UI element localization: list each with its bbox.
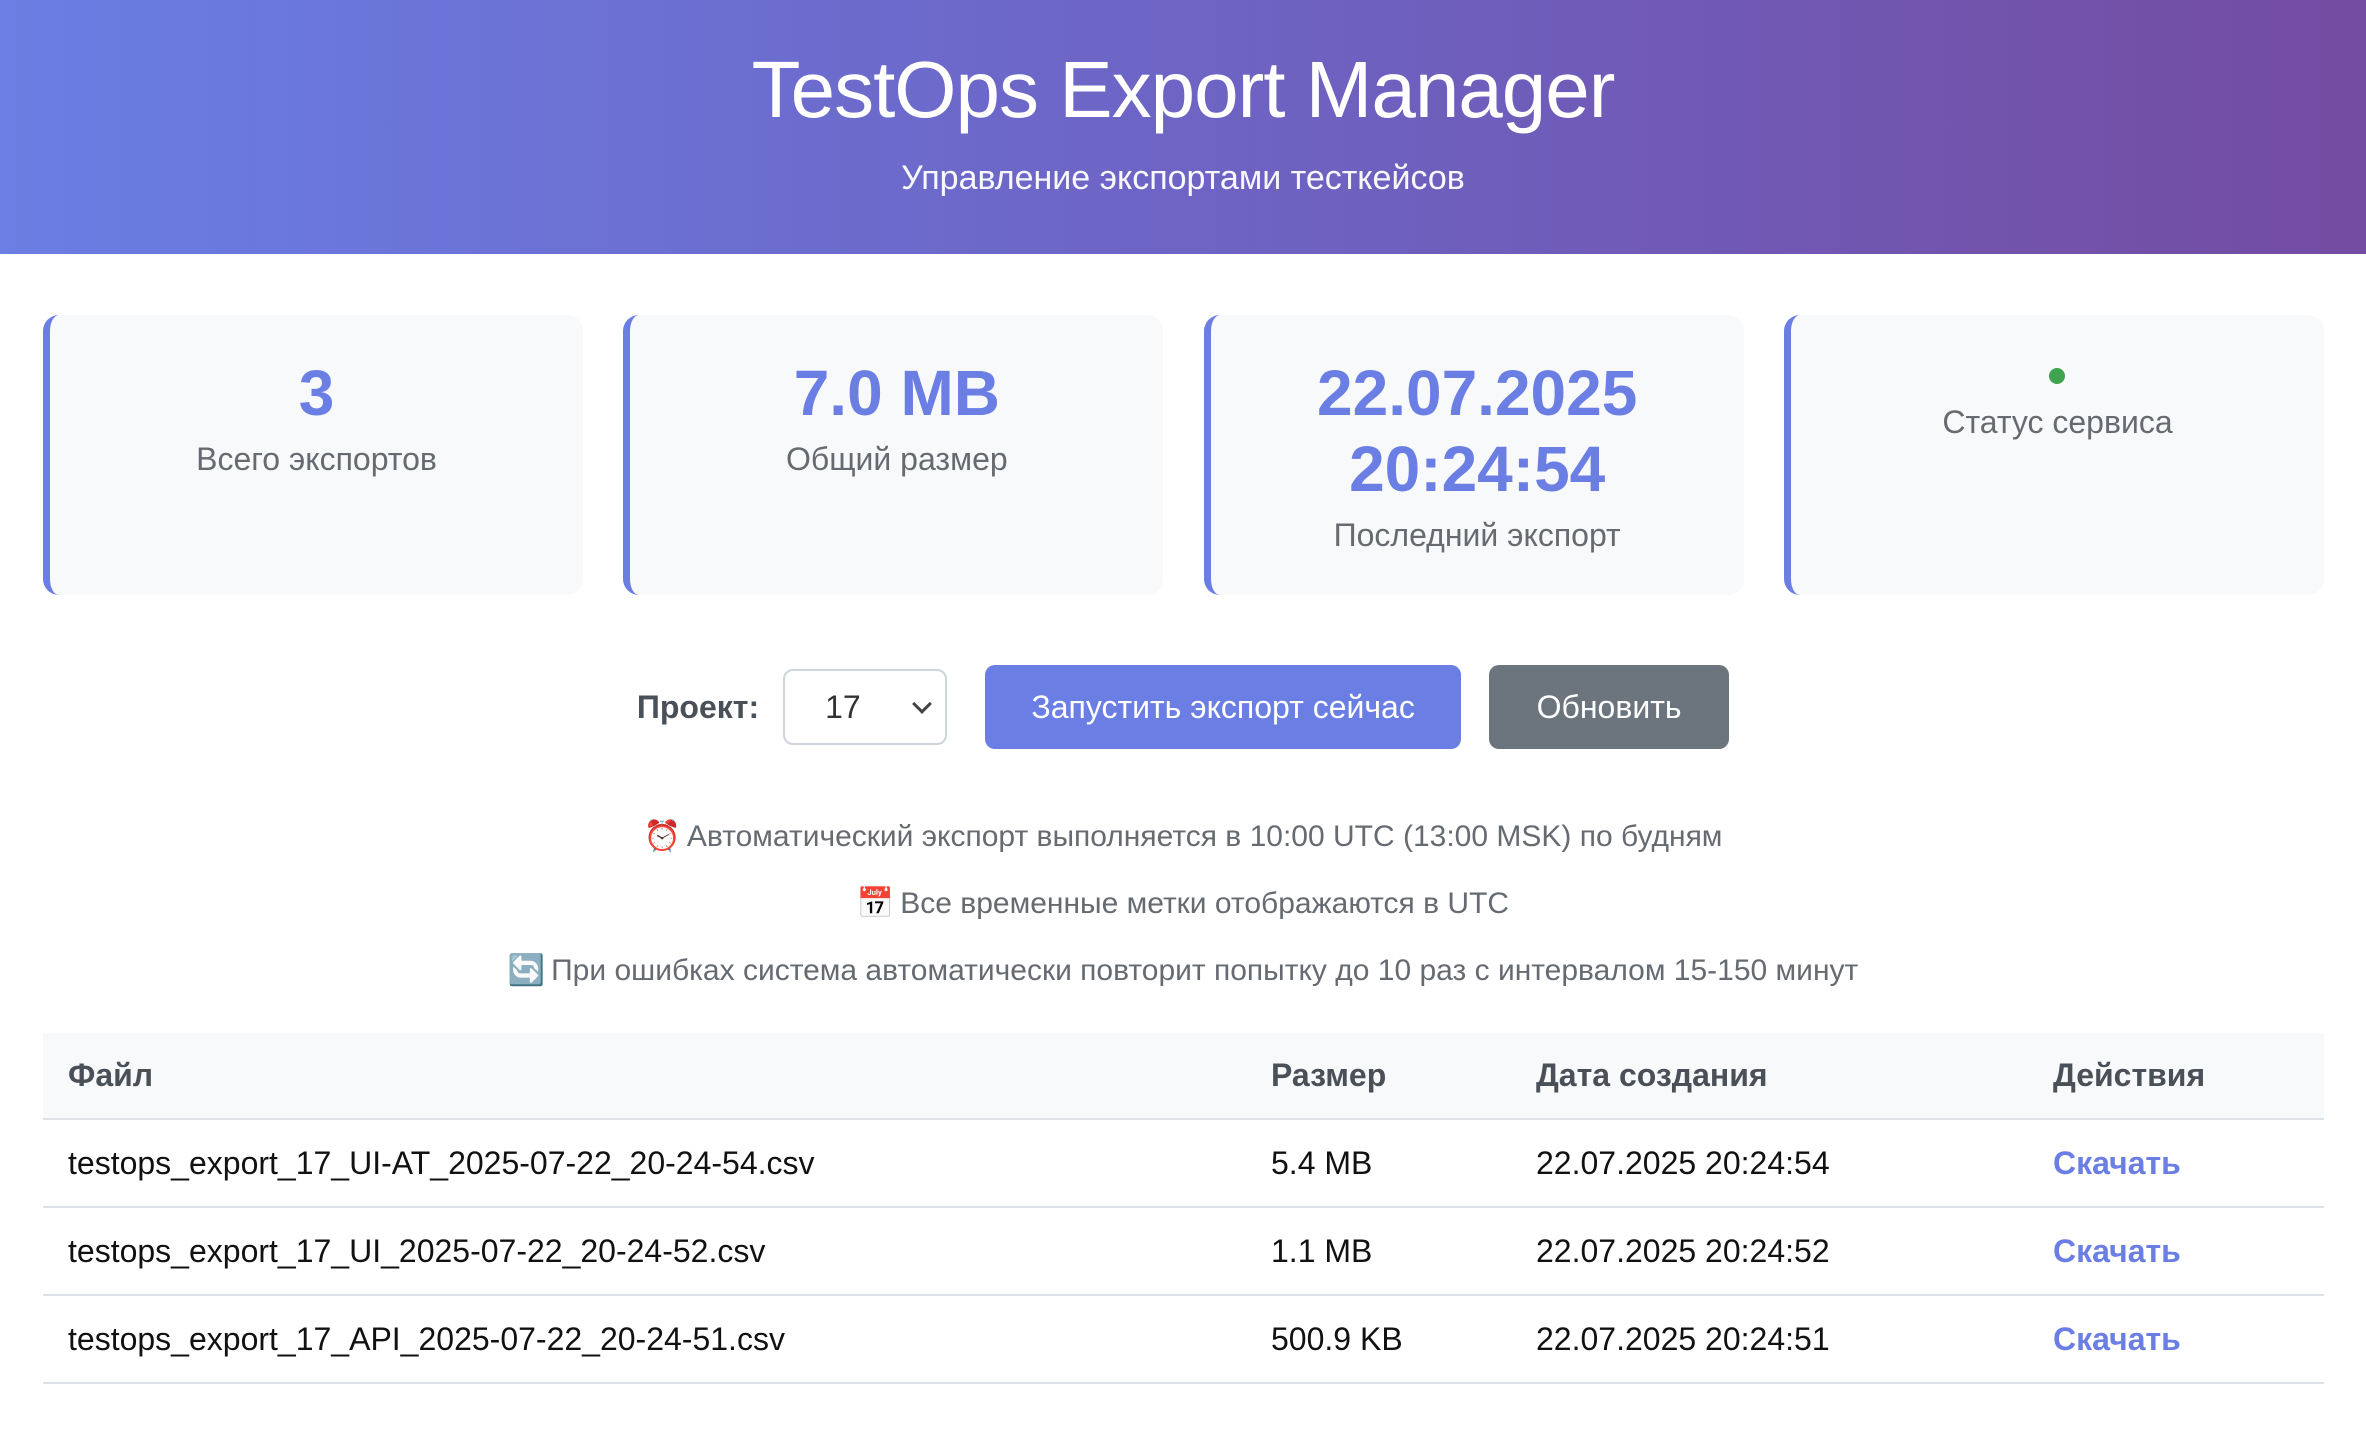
refresh-icon: 🔄 <box>507 954 546 987</box>
file-name-cell: testops_export_17_API_2025-07-22_20-24-5… <box>43 1295 1246 1384</box>
timezone-note-text: Все временные метки отображаются в UTC <box>900 887 1510 920</box>
table-row: testops_export_17_UI-AT_2025-07-22_20-24… <box>43 1119 2324 1208</box>
stat-card-service-status: Статус сервиса <box>1783 315 2324 595</box>
calendar-icon: 📅 <box>856 887 895 920</box>
service-status-label: Статус сервиса <box>1942 404 2173 440</box>
download-link[interactable]: Скачать <box>2053 1321 2181 1357</box>
column-header-actions: Действия <box>2028 1033 2324 1120</box>
stat-card-total-exports: 3 Всего экспортов <box>43 315 583 595</box>
total-exports-label: Всего экспортов <box>196 441 437 477</box>
download-link[interactable]: Скачать <box>2053 1233 2181 1269</box>
retry-note: 🔄 При ошибках система автоматически повто… <box>0 946 2366 1013</box>
status-indicator-icon <box>2049 368 2066 384</box>
total-size-label: Общий размер <box>785 441 1008 477</box>
column-header-file: Файл <box>43 1033 1246 1120</box>
last-export-date-value: 22.07.2025 <box>1317 357 1638 429</box>
exports-table: Файл Размер Дата создания Действия testo… <box>43 1033 2324 1384</box>
schedule-note: ⏰ Автоматический экспорт выполняется в 10… <box>0 812 2366 879</box>
column-header-size: Размер <box>1246 1033 1511 1120</box>
file-size-cell: 500.9 KB <box>1246 1295 1511 1384</box>
stat-card-total-size: 7.0 MB Общий размер <box>623 315 1164 595</box>
total-size-value: 7.0 MB <box>793 357 1000 429</box>
timezone-note: 📅 Все временные метки отображаются в UTC <box>0 879 2366 946</box>
created-date-cell: 22.07.2025 20:24:51 <box>1511 1295 2028 1384</box>
page-subtitle: Управление экспортами тесткейсов <box>901 159 1465 197</box>
info-notes: ⏰ Автоматический экспорт выполняется в 10… <box>0 812 2366 1013</box>
chevron-down-icon <box>912 694 933 714</box>
retry-note-text: При ошибках система автоматически повтор… <box>551 954 1859 987</box>
created-date-cell: 22.07.2025 20:24:52 <box>1511 1207 2028 1296</box>
stats-panel: 3 Всего экспортов 7.0 MB Общий размер 22… <box>43 315 2324 595</box>
schedule-note-text: Автоматический экспорт выполняется в 10:… <box>686 820 1723 853</box>
stat-card-last-export: 22.07.2025 20:24:54 Последний экспорт <box>1203 315 1744 595</box>
file-name-cell: testops_export_17_UI_2025-07-22_20-24-52… <box>43 1207 1246 1296</box>
table-row: testops_export_17_API_2025-07-22_20-24-5… <box>43 1295 2324 1384</box>
actions-cell: Скачать <box>2028 1119 2324 1208</box>
table-row: testops_export_17_UI_2025-07-22_20-24-52… <box>43 1207 2324 1296</box>
project-label: Проект: <box>636 688 760 725</box>
refresh-button[interactable]: Обновить <box>1489 665 1730 749</box>
actions-cell: Скачать <box>2028 1207 2324 1296</box>
created-date-cell: 22.07.2025 20:24:54 <box>1511 1119 2028 1208</box>
controls-bar: Проект: 17 Запустить экспорт сейчас Обно… <box>0 665 2366 749</box>
page-title: TestOps Export Manager <box>751 45 1616 134</box>
page-header: TestOps Export Manager Управление экспор… <box>0 0 2366 254</box>
project-select[interactable]: 17 <box>783 669 948 745</box>
file-name-cell: testops_export_17_UI-AT_2025-07-22_20-24… <box>43 1119 1246 1208</box>
actions-cell: Скачать <box>2028 1295 2324 1384</box>
last-export-time-value: 20:24:54 <box>1349 433 1606 505</box>
download-link[interactable]: Скачать <box>2053 1145 2181 1181</box>
project-select-value: 17 <box>825 688 861 725</box>
alarm-clock-icon: ⏰ <box>643 820 681 853</box>
exports-table-container: Файл Размер Дата создания Действия testo… <box>43 1033 2324 1384</box>
file-size-cell: 5.4 MB <box>1246 1119 1511 1208</box>
column-header-date: Дата создания <box>1511 1033 2028 1120</box>
total-exports-value: 3 <box>298 357 335 429</box>
run-export-button[interactable]: Запустить экспорт сейчас <box>985 665 1462 749</box>
last-export-label: Последний экспорт <box>1333 517 1621 553</box>
file-size-cell: 1.1 MB <box>1246 1207 1511 1296</box>
table-header-row: Файл Размер Дата создания Действия <box>43 1033 2324 1120</box>
